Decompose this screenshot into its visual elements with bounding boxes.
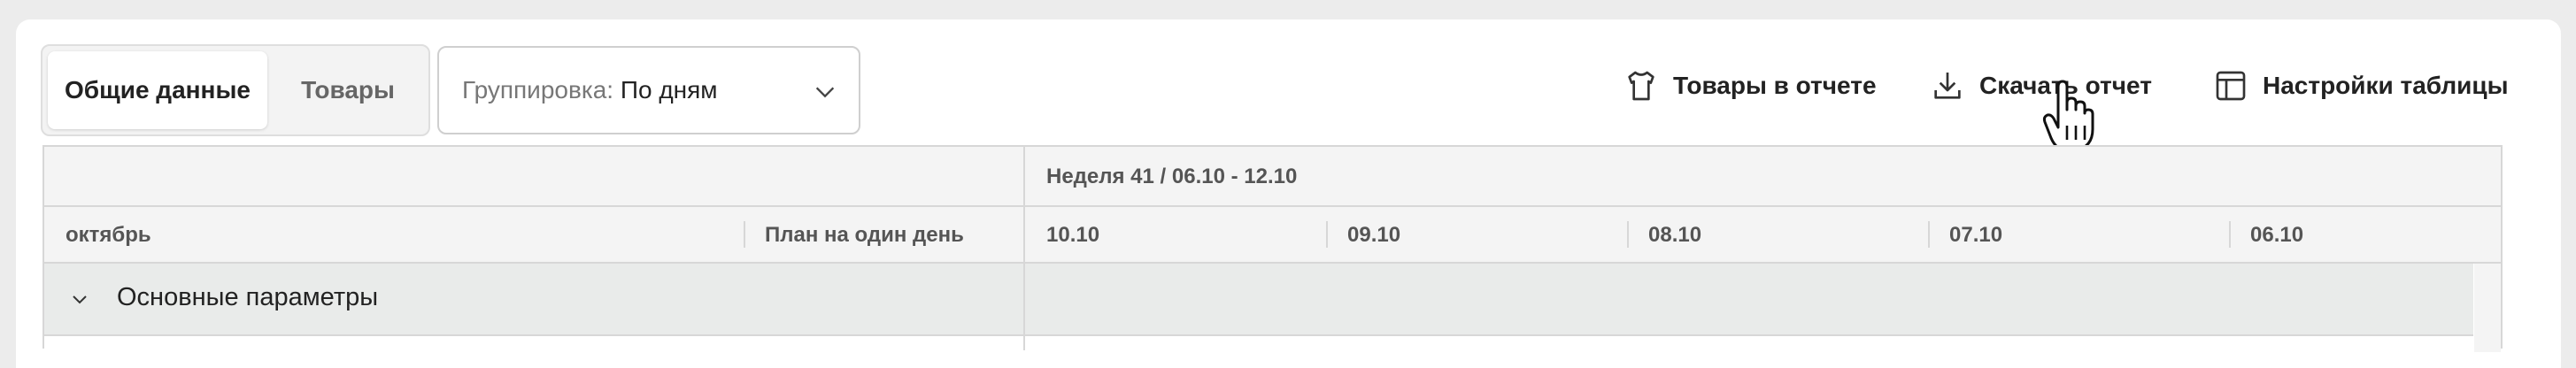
section-main-parameters[interactable]: Основные параметры: [44, 264, 2473, 336]
tab-products[interactable]: Товары: [273, 51, 423, 129]
day-column-header: 09.10: [1347, 223, 1401, 247]
table-settings-icon: [2216, 71, 2246, 101]
chevron-down-icon: [815, 87, 835, 98]
view-tabs: Общие данные Товары: [41, 44, 430, 136]
chevron-down-icon[interactable]: [69, 288, 90, 310]
table-row: [44, 336, 2473, 354]
column-divider: [2229, 221, 2231, 248]
column-divider: [1326, 221, 1328, 248]
plan-column-header: План на один день: [765, 223, 964, 247]
grouping-label: Группировка:: [462, 76, 614, 104]
products-in-report-label: Товары в отчете: [1673, 72, 1877, 99]
week-header: Неделя 41 / 06.10 - 12.10: [1046, 165, 1298, 188]
day-column-header: 06.10: [2250, 223, 2304, 247]
report-table: Неделя 41 / 06.10 - 12.10 октябрь План н…: [42, 145, 2503, 354]
grouping-value: По дням: [620, 76, 718, 104]
tab-general-data[interactable]: Общие данные: [48, 51, 267, 129]
download-report-button[interactable]: Скачать отчет: [1930, 64, 2152, 108]
day-column-header: 10.10: [1046, 223, 1100, 247]
products-in-report-button[interactable]: Товары в отчете: [1623, 64, 1877, 108]
tshirt-icon: [1628, 71, 1654, 101]
table-settings-button[interactable]: Настройки таблицы: [2213, 64, 2509, 108]
day-column-header: 08.10: [1648, 223, 1702, 247]
column-divider: [1928, 221, 1930, 248]
table-settings-label: Настройки таблицы: [2263, 72, 2509, 99]
day-column-header: 07.10: [1949, 223, 2003, 247]
table-header-week-row: Неделя 41 / 06.10 - 12.10: [44, 147, 2501, 207]
month-column-header: октябрь: [66, 223, 151, 247]
grouping-select[interactable]: Группировка: По дням: [437, 46, 860, 134]
table-header-days-row: октябрь План на один день 10.10 09.10 08…: [44, 207, 2501, 264]
column-divider: [744, 221, 745, 248]
scrollbar[interactable]: [2474, 264, 2501, 352]
section-title: Основные параметры: [117, 283, 379, 311]
column-divider: [1627, 221, 1629, 248]
hand-cursor-icon: [2042, 80, 2094, 152]
download-icon: [1934, 73, 1961, 99]
column-divider: [1023, 147, 1025, 350]
